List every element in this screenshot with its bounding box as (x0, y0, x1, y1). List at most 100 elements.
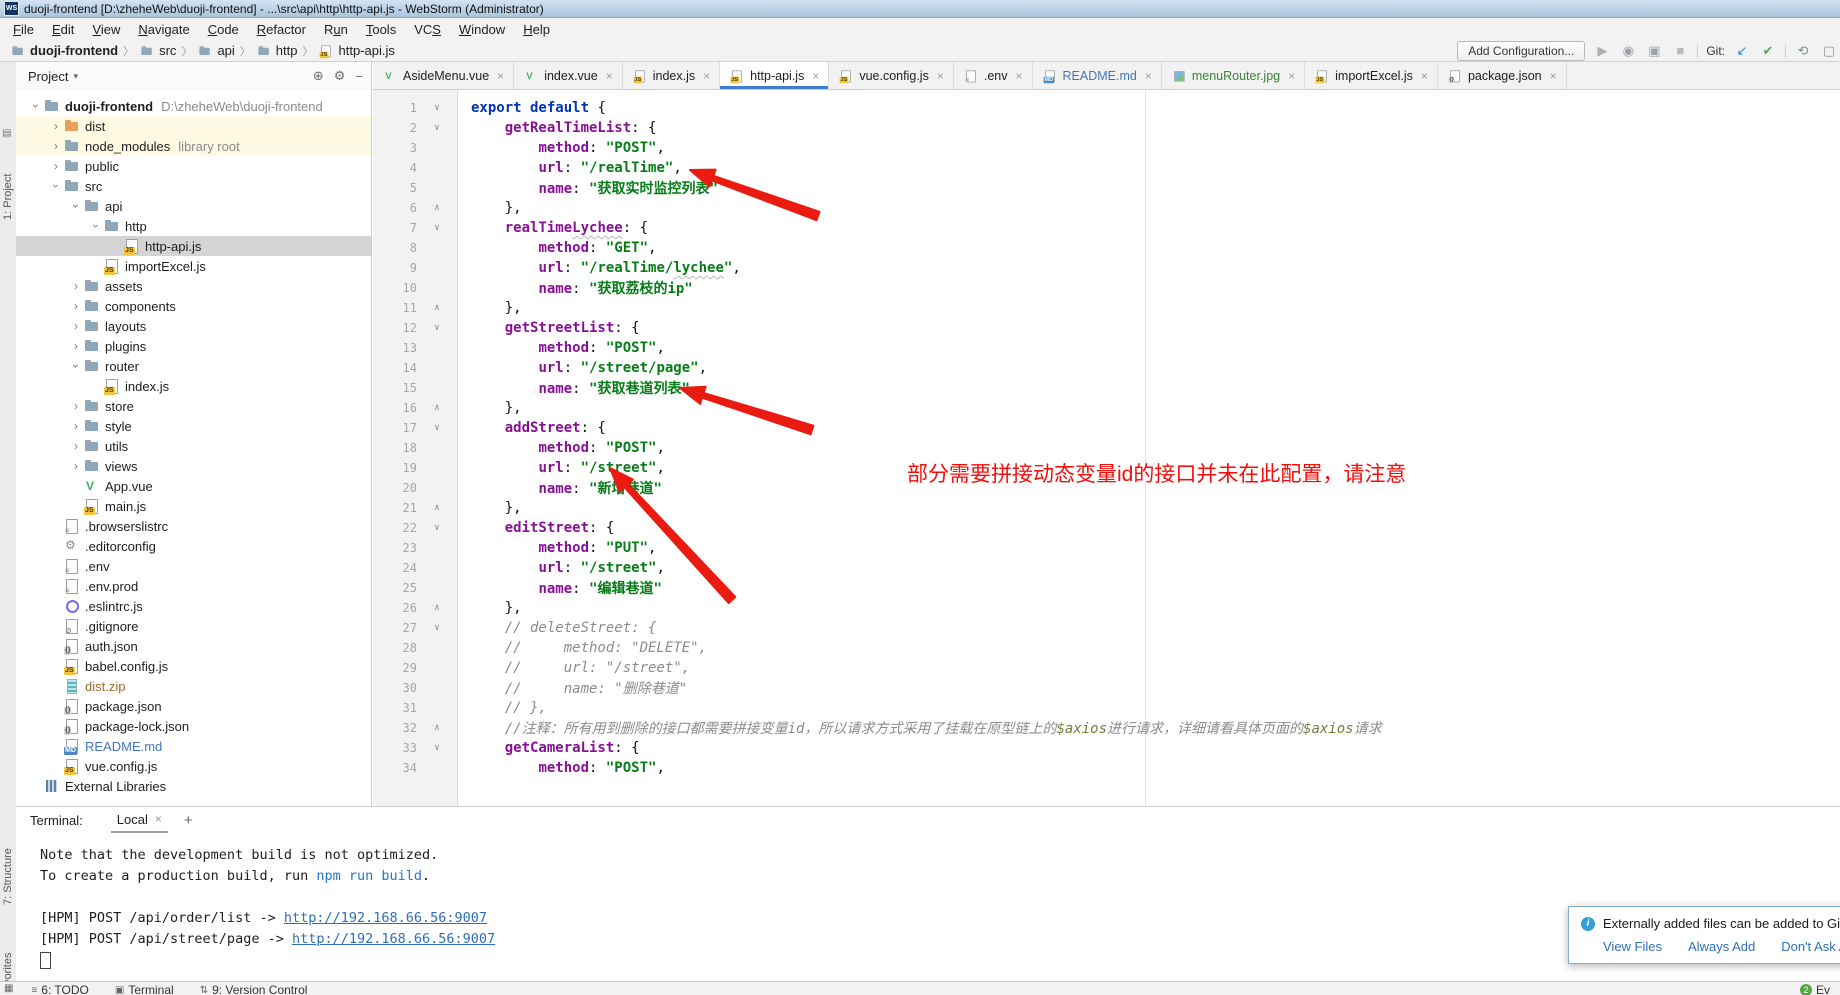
editor-tab-vue.config.js[interactable]: JSvue.config.js× (829, 62, 954, 89)
terminal-output[interactable]: Note that the development build is not o… (16, 833, 1840, 973)
tree-item-External Libraries[interactable]: External Libraries (16, 776, 371, 796)
close-icon[interactable]: × (1015, 69, 1022, 83)
close-icon[interactable]: × (1421, 69, 1428, 83)
tree-item-router[interactable]: ›router (16, 356, 371, 376)
tree-item-public[interactable]: ›public (16, 156, 371, 176)
tree-item-.eslintrc.js[interactable]: .eslintrc.js (16, 596, 371, 616)
menu-file[interactable]: File (4, 20, 43, 39)
chevron-icon[interactable]: › (68, 299, 84, 313)
tree-item-src[interactable]: ›src (16, 176, 371, 196)
terminal-link[interactable]: http://192.168.66.56:9007 (284, 910, 487, 926)
menu-tools[interactable]: Tools (357, 20, 405, 39)
chevron-icon[interactable]: › (69, 198, 83, 214)
tree-item-.editorconfig[interactable]: ⚙.editorconfig (16, 536, 371, 556)
project-panel-title[interactable]: Project (28, 69, 68, 84)
history-icon[interactable]: ⟲ (1794, 42, 1812, 60)
tool-stripe-project[interactable]: 1: Project (2, 174, 14, 220)
tree-item-README.md[interactable]: MDREADME.md (16, 736, 371, 756)
tree-item-utils[interactable]: ›utils (16, 436, 371, 456)
menu-help[interactable]: Help (514, 20, 559, 39)
close-icon[interactable]: × (606, 69, 613, 83)
tree-item-style[interactable]: ›style (16, 416, 371, 436)
run-icon[interactable]: ▶ (1593, 42, 1611, 60)
tree-item-index.js[interactable]: JSindex.js (16, 376, 371, 396)
chevron-icon[interactable]: › (68, 439, 84, 453)
terminal-tab-local[interactable]: Local × (111, 807, 168, 833)
tree-item-.gitignore[interactable]: ⊘.gitignore (16, 616, 371, 636)
statusbar-todo[interactable]: ≡6: TODO (31, 983, 88, 995)
update-project-icon[interactable]: ↙ (1733, 42, 1751, 60)
tool-window-switcher-icon[interactable]: ▦ (4, 983, 13, 994)
tree-item-assets[interactable]: ›assets (16, 276, 371, 296)
locate-icon[interactable]: ⊕ (313, 68, 324, 84)
tree-item-http-api.js[interactable]: JShttp-api.js (16, 236, 371, 256)
tree-item-App.vue[interactable]: VApp.vue (16, 476, 371, 496)
fold-marker[interactable]: ∨ (417, 123, 457, 133)
tree-item-.browserslistrc[interactable]: ≡.browserslistrc (16, 516, 371, 536)
tree-item-duoji-frontend[interactable]: ›duoji-frontendD:\zheheWeb\duoji-fronten… (16, 96, 371, 116)
close-icon[interactable]: × (812, 69, 819, 83)
tree-item-package.json[interactable]: {}package.json (16, 696, 371, 716)
tree-item-dist[interactable]: ›dist (16, 116, 371, 136)
chevron-icon[interactable]: › (29, 98, 43, 114)
chevron-icon[interactable]: › (69, 358, 83, 374)
notification-action-view-files[interactable]: View Files (1603, 939, 1662, 954)
chevron-icon[interactable]: › (68, 279, 84, 293)
breadcrumb-item-src[interactable]: src (139, 43, 176, 59)
tree-item-dist.zip[interactable]: dist.zip (16, 676, 371, 696)
chevron-icon[interactable]: › (48, 159, 64, 173)
tree-item-babel.config.js[interactable]: JSbabel.config.js (16, 656, 371, 676)
breadcrumb-item-duoji-frontend[interactable]: duoji-frontend (10, 43, 118, 59)
fold-marker[interactable]: ∨ (417, 323, 457, 333)
tree-item-.env[interactable]: ≡.env (16, 556, 371, 576)
editor-tab-README.md[interactable]: MDREADME.md× (1033, 62, 1162, 89)
commit-icon[interactable]: ✔ (1759, 42, 1777, 60)
tree-item-http[interactable]: ›http (16, 216, 371, 236)
chevron-icon[interactable]: › (68, 399, 84, 413)
menu-code[interactable]: Code (199, 20, 248, 39)
hide-icon[interactable]: − (355, 69, 363, 84)
editor-tab-importExcel.js[interactable]: JSimportExcel.js× (1305, 62, 1438, 89)
close-icon[interactable]: × (703, 69, 710, 83)
new-terminal-button[interactable]: + (184, 812, 193, 829)
menu-window[interactable]: Window (450, 20, 514, 39)
fold-marker[interactable]: ∧ (417, 403, 457, 413)
tree-item-auth.json[interactable]: {}auth.json (16, 636, 371, 656)
code-editor[interactable]: 1∨export default {2∨ getRealTimeList: {3… (373, 90, 1840, 806)
breadcrumb-item-http[interactable]: http (256, 43, 298, 59)
fold-marker[interactable]: ∧ (417, 503, 457, 513)
tree-item-api[interactable]: ›api (16, 196, 371, 216)
tree-item-plugins[interactable]: ›plugins (16, 336, 371, 356)
fold-marker[interactable]: ∧ (417, 723, 457, 733)
breadcrumb-item-api[interactable]: api (197, 43, 234, 59)
tree-item-main.js[interactable]: JSmain.js (16, 496, 371, 516)
editor-tab-index.vue[interactable]: Vindex.vue× (514, 62, 623, 89)
tree-item-views[interactable]: ›views (16, 456, 371, 476)
statusbar-terminal[interactable]: ▣Terminal (115, 983, 174, 995)
chevron-icon[interactable]: › (89, 218, 103, 234)
tree-item-vue.config.js[interactable]: JSvue.config.js (16, 756, 371, 776)
debug-icon[interactable]: ◉ (1619, 42, 1637, 60)
tree-item-importExcel.js[interactable]: JSimportExcel.js (16, 256, 371, 276)
chevron-icon[interactable]: › (68, 419, 84, 433)
editor-tab-AsideMenu.vue[interactable]: VAsideMenu.vue× (373, 62, 514, 89)
tree-item-.env.prod[interactable]: ≡.env.prod (16, 576, 371, 596)
notification-action-don-t-ask-agai[interactable]: Don't Ask Agai (1781, 939, 1840, 954)
tree-item-layouts[interactable]: ›layouts (16, 316, 371, 336)
fold-marker[interactable]: ∨ (417, 423, 457, 433)
editor-tab-menuRouter.jpg[interactable]: menuRouter.jpg× (1162, 62, 1305, 89)
menu-refactor[interactable]: Refactor (248, 20, 315, 39)
event-log-widget[interactable]: 2 Ev (1800, 983, 1830, 995)
menu-view[interactable]: View (83, 20, 129, 39)
fold-marker[interactable]: ∧ (417, 303, 457, 313)
stop-icon[interactable]: ■ (1671, 42, 1689, 60)
menu-navigate[interactable]: Navigate (129, 20, 198, 39)
fold-marker[interactable]: ∧ (417, 603, 457, 613)
fold-marker[interactable]: ∨ (417, 103, 457, 113)
tree-item-store[interactable]: ›store (16, 396, 371, 416)
monitor-icon[interactable]: ▢ (1820, 42, 1838, 60)
editor-tab-http-api.js[interactable]: JShttp-api.js× (720, 62, 829, 89)
statusbar-vcs[interactable]: ⇅9: Version Control (200, 983, 308, 995)
fold-marker[interactable]: ∨ (417, 223, 457, 233)
close-icon[interactable]: × (1550, 69, 1557, 83)
